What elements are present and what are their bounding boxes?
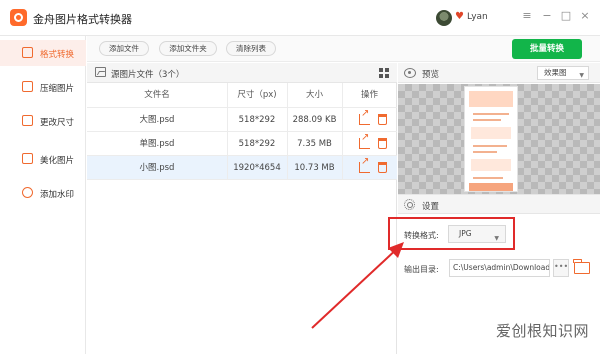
convert-icon	[22, 47, 33, 58]
browse-more-button[interactable]: •••	[553, 259, 569, 277]
column-header-dimensions: 尺寸（px)	[237, 90, 277, 100]
preview-thumbnail	[464, 86, 518, 192]
sidebar-item-watermark[interactable]: 添加水印	[0, 180, 86, 206]
sidebar-item-format-convert[interactable]: 格式转换	[0, 40, 86, 66]
resize-icon	[22, 115, 33, 126]
beautify-icon	[22, 153, 33, 164]
table-row[interactable]: 小图.psd 1920*4654 10.73 MB	[87, 156, 397, 180]
preview-mode-value: 效果图	[544, 68, 567, 77]
sidebar-item-label: 更改尺寸	[40, 118, 75, 128]
file-size: 7.35 MB	[297, 139, 332, 149]
sidebar: 格式转换 压缩图片 更改尺寸 美化图片 添加水印	[0, 36, 86, 354]
preview-header: 预览 效果图 ▼	[398, 63, 600, 83]
clear-list-button[interactable]: 清除列表	[226, 41, 276, 56]
sidebar-item-label: 格式转换	[40, 50, 75, 60]
folder-icon[interactable]	[573, 259, 590, 274]
toolbar: 添加文件 添加文件夹 清除列表 批量转换	[87, 36, 600, 62]
column-header-size: 大小	[305, 90, 323, 100]
add-folder-button[interactable]: 添加文件夹	[159, 41, 217, 56]
grid-view-icon[interactable]	[379, 68, 389, 78]
trash-icon[interactable]	[378, 114, 387, 125]
file-dimensions: 518*292	[238, 139, 276, 149]
file-dimensions: 518*292	[238, 115, 276, 125]
preview-label: 预览	[422, 70, 440, 80]
vip-heart-icon: ♥	[455, 11, 464, 22]
table-row[interactable]: 单图.psd 518*292 7.35 MB	[87, 132, 397, 156]
file-name: 小图.psd	[139, 163, 175, 173]
trash-icon[interactable]	[378, 162, 387, 173]
sidebar-item-beautify[interactable]: 美化图片	[0, 146, 86, 172]
column-divider	[287, 83, 288, 179]
preview-mode-select[interactable]: 效果图 ▼	[537, 66, 589, 80]
watermark-text: 爱创根知识网	[496, 322, 590, 340]
file-size: 10.73 MB	[294, 163, 335, 173]
table-row[interactable]: 大图.psd 518*292 288.09 KB	[87, 108, 397, 132]
add-file-button[interactable]: 添加文件	[99, 41, 149, 56]
file-name: 大图.psd	[139, 115, 175, 125]
avatar[interactable]	[436, 10, 452, 26]
output-dir-field[interactable]: C:\Users\admin\Downloads	[449, 259, 550, 277]
title-bar: 金舟图片格式转换器 ♥ Lyan ≡ − □ ×	[0, 0, 600, 36]
sidebar-item-label: 美化图片	[40, 156, 75, 166]
file-name: 单图.psd	[139, 139, 175, 149]
file-size: 288.09 KB	[292, 115, 337, 125]
column-header-actions: 操作	[360, 90, 378, 100]
app-logo-icon	[10, 9, 27, 26]
image-icon	[95, 67, 106, 77]
file-list-header: 源图片文件（3个）	[87, 63, 397, 83]
settings-label: 设置	[422, 202, 440, 212]
column-header-filename: 文件名	[144, 90, 170, 100]
chevron-down-icon: ▼	[579, 72, 584, 79]
eye-icon	[404, 68, 416, 78]
column-divider	[227, 83, 228, 179]
menu-button[interactable]: ≡	[520, 9, 534, 22]
watermark-icon	[22, 187, 33, 198]
settings-header: 设置	[398, 194, 600, 214]
open-external-icon[interactable]	[359, 132, 370, 149]
file-dimensions: 1920*4654	[233, 163, 281, 173]
open-external-icon[interactable]	[359, 156, 370, 173]
batch-convert-button[interactable]: 批量转换	[512, 39, 582, 59]
open-external-icon[interactable]	[359, 108, 370, 125]
sidebar-item-compress[interactable]: 压缩图片	[0, 74, 86, 100]
sidebar-item-label: 添加水印	[40, 190, 75, 200]
column-divider	[342, 83, 343, 179]
username[interactable]: Lyan	[467, 12, 488, 22]
maximize-button[interactable]: □	[559, 9, 573, 22]
gear-icon	[404, 199, 415, 210]
annotation-arrow	[311, 242, 404, 329]
sidebar-item-resize[interactable]: 更改尺寸	[0, 108, 86, 134]
sidebar-item-label: 压缩图片	[40, 84, 75, 94]
trash-icon[interactable]	[378, 138, 387, 149]
file-count-label: 源图片文件（3个）	[111, 70, 185, 80]
app-title: 金舟图片格式转换器	[33, 13, 132, 26]
preview-area	[398, 84, 600, 194]
minimize-button[interactable]: −	[540, 9, 554, 22]
compress-icon	[22, 81, 33, 92]
close-button[interactable]: ×	[578, 9, 592, 22]
